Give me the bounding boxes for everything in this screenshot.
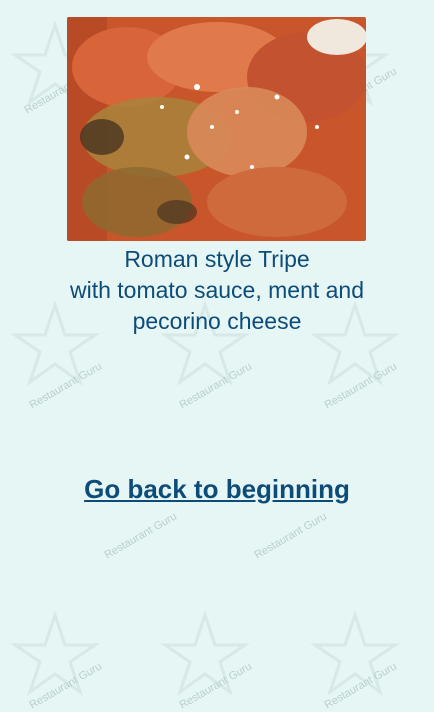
dish-caption: Roman style Tripe with tomato sauce, men… — [0, 244, 434, 337]
dish-photo — [67, 17, 366, 241]
watermark-text: Restaurant Guru — [252, 510, 329, 562]
watermark-icon — [160, 610, 250, 696]
dish-title-line-1: Roman style Tripe — [124, 246, 310, 272]
watermark-text: Restaurant Guru — [177, 660, 254, 712]
go-back-link[interactable]: Go back to beginning — [0, 474, 434, 505]
watermark-text: Restaurant Guru — [102, 510, 179, 562]
watermark-text: Restaurant Guru — [322, 660, 399, 712]
watermark-text: Restaurant Guru — [27, 660, 104, 712]
watermark-text: Restaurant Guru — [27, 360, 104, 412]
watermark-text: Restaurant Guru — [322, 360, 399, 412]
watermark-icon — [10, 610, 100, 696]
dish-title-line-3: pecorino cheese — [132, 308, 302, 334]
watermark-text: Restaurant Guru — [177, 360, 254, 412]
dish-title-line-2: with tomato sauce, ment and — [69, 277, 365, 303]
watermark-icon — [310, 610, 400, 696]
